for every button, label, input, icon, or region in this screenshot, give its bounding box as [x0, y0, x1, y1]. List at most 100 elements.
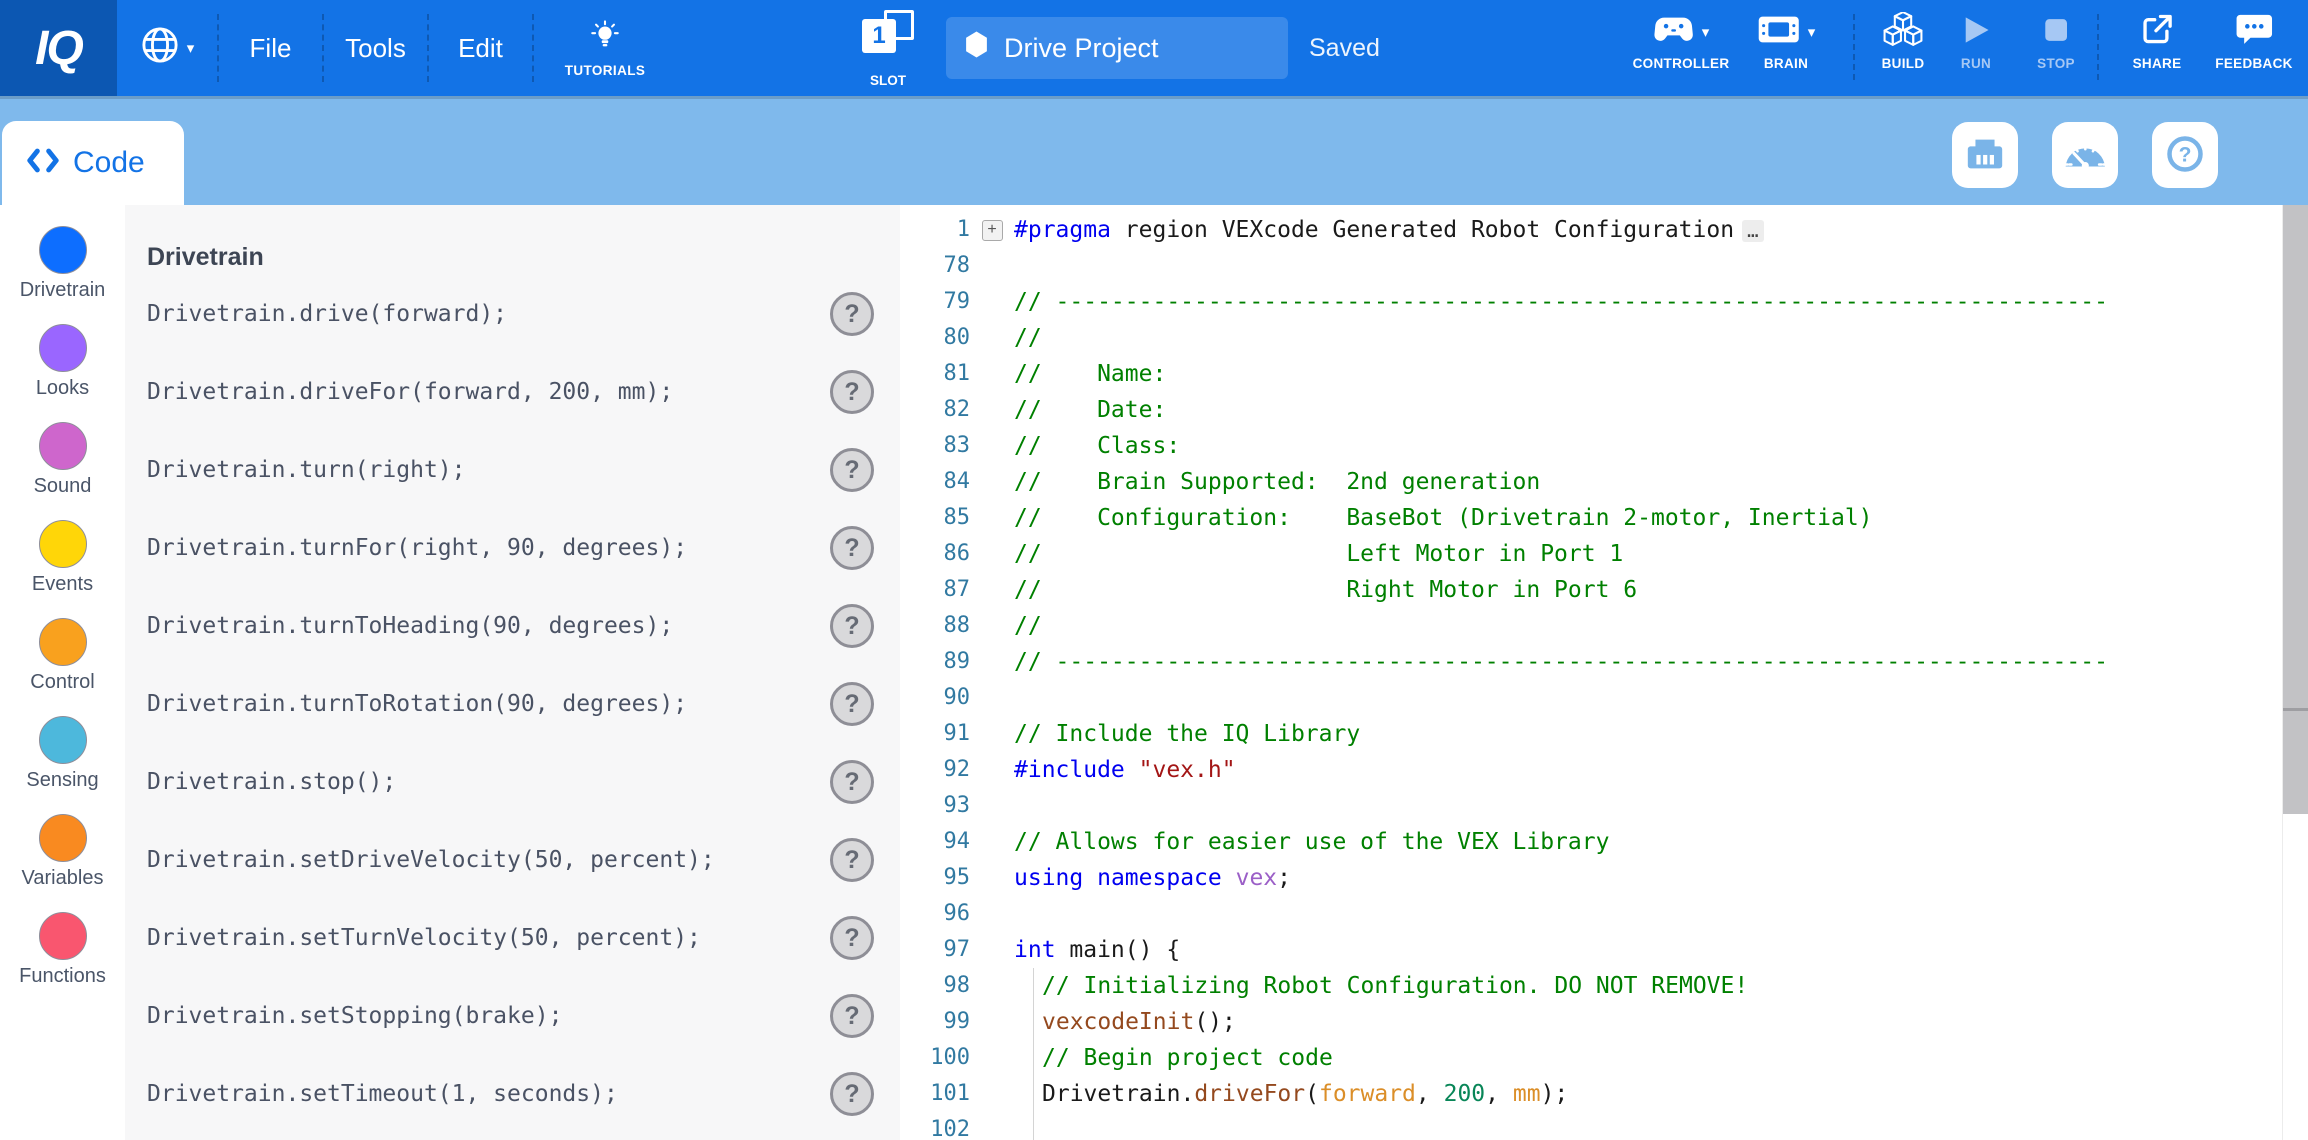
line-number: 96	[900, 896, 970, 932]
category-label: Variables	[22, 867, 104, 890]
language-menu[interactable]: ▾	[117, 0, 217, 96]
code-text: using namespace vex;	[1014, 860, 1291, 896]
command-list: Drivetrain.drive(forward);?Drivetrain.dr…	[125, 275, 900, 1133]
fold-gutter	[970, 1112, 1014, 1140]
fold-gutter	[970, 932, 1014, 968]
tab-code[interactable]: Code	[2, 121, 184, 205]
command-text[interactable]: Drivetrain.setStopping(brake);	[147, 1003, 830, 1029]
command-text[interactable]: Drivetrain.turnToHeading(90, degrees);	[147, 613, 830, 639]
fold-gutter	[970, 608, 1014, 644]
fold-gutter	[970, 356, 1014, 392]
command-text[interactable]: Drivetrain.stop();	[147, 769, 830, 795]
editor-line: 94// Allows for easier use of the VEX Li…	[900, 824, 2308, 860]
command-help-button[interactable]: ?	[830, 994, 874, 1038]
command-item[interactable]: Drivetrain.turnToRotation(90, degrees);?	[125, 665, 900, 743]
svg-text:?: ?	[2179, 143, 2192, 166]
command-text[interactable]: Drivetrain.setDriveVelocity(50, percent)…	[147, 847, 830, 873]
category-sensing[interactable]: Sensing	[0, 716, 125, 814]
menu-edit[interactable]: Edit	[429, 0, 532, 96]
editor-line: 98// Initializing Robot Configuration. D…	[900, 968, 2308, 1004]
command-text[interactable]: Drivetrain.turnFor(right, 90, degrees);	[147, 535, 830, 561]
category-color-dot	[39, 324, 87, 372]
category-label: Sound	[34, 475, 92, 498]
indent-guide	[1033, 1040, 1034, 1076]
category-variables[interactable]: Variables	[0, 814, 125, 912]
editor-line: 97int main() {	[900, 932, 2308, 968]
line-number: 88	[900, 608, 970, 644]
editor-scrollbar-thumb[interactable]	[2283, 205, 2308, 814]
command-help-button[interactable]: ?	[830, 760, 874, 804]
editor-line: 96	[900, 896, 2308, 932]
command-item[interactable]: Drivetrain.turnFor(right, 90, degrees);?	[125, 509, 900, 587]
gauge-icon	[2062, 138, 2108, 173]
editor-lines: 1+#pragma region VEXcode Generated Robot…	[900, 212, 2308, 1140]
command-text[interactable]: Drivetrain.turnToRotation(90, degrees);	[147, 691, 830, 717]
command-help-button[interactable]: ?	[830, 682, 874, 726]
dashboard-button[interactable]	[2052, 122, 2118, 188]
toolbar-divider	[1853, 14, 1855, 80]
command-item[interactable]: Drivetrain.driveFor(forward, 200, mm);?	[125, 353, 900, 431]
command-text[interactable]: Drivetrain.setTimeout(1, seconds);	[147, 1081, 830, 1107]
stop-button[interactable]: STOP	[2037, 9, 2075, 71]
command-text[interactable]: Drivetrain.drive(forward);	[147, 301, 830, 327]
code-editor[interactable]: 1+#pragma region VEXcode Generated Robot…	[900, 205, 2308, 1140]
command-item[interactable]: Drivetrain.setDriveVelocity(50, percent)…	[125, 821, 900, 899]
fold-gutter	[970, 392, 1014, 428]
run-icon	[1960, 14, 1992, 51]
command-help-button[interactable]: ?	[830, 370, 874, 414]
fold-gutter	[970, 1040, 1014, 1076]
category-drivetrain[interactable]: Drivetrain	[0, 226, 125, 324]
brain-button[interactable]: ▾BRAIN	[1757, 9, 1816, 71]
category-sidebar: DrivetrainLooks Sound EventsControlSensing…	[0, 205, 125, 1140]
fold-gutter	[970, 536, 1014, 572]
tutorials-button[interactable]: TUTORIALS	[534, 0, 676, 96]
fold-expand-icon[interactable]: +	[982, 220, 1003, 241]
folded-region-ellipsis[interactable]: …	[1742, 220, 1763, 242]
slot-button[interactable]: 1 SLOT	[862, 10, 914, 88]
command-help-button[interactable]: ?	[830, 292, 874, 336]
category-control[interactable]: Control	[0, 618, 125, 716]
category-color-dot	[39, 716, 87, 764]
category-looks[interactable]: Looks	[0, 324, 125, 422]
controller-icon	[1653, 14, 1695, 50]
command-help-button[interactable]: ?	[830, 526, 874, 570]
fold-gutter	[970, 500, 1014, 536]
category-events[interactable]: Events	[0, 520, 125, 618]
feedback-button[interactable]: FEEDBACK	[2215, 9, 2292, 71]
help-button[interactable]: ?	[2152, 122, 2218, 188]
command-item[interactable]: Drivetrain.setTimeout(1, seconds);?	[125, 1055, 900, 1133]
editor-line: 95using namespace vex;	[900, 860, 2308, 896]
command-text[interactable]: Drivetrain.driveFor(forward, 200, mm);	[147, 379, 830, 405]
command-item[interactable]: Drivetrain.setStopping(brake);?	[125, 977, 900, 1055]
command-text[interactable]: Drivetrain.setTurnVelocity(50, percent);	[147, 925, 830, 951]
code-text: int main() {	[1014, 932, 1180, 968]
brain-icon	[1757, 14, 1801, 50]
share-button[interactable]: SHARE	[2133, 9, 2182, 71]
command-text[interactable]: Drivetrain.turn(right);	[147, 457, 830, 483]
command-help-button[interactable]: ?	[830, 448, 874, 492]
command-item[interactable]: Drivetrain.turn(right);?	[125, 431, 900, 509]
line-number: 80	[900, 320, 970, 356]
command-item[interactable]: Drivetrain.setTurnVelocity(50, percent);…	[125, 899, 900, 977]
editor-line: 1+#pragma region VEXcode Generated Robot…	[900, 212, 2308, 248]
fold-gutter	[970, 788, 1014, 824]
device-button[interactable]	[1952, 122, 2018, 188]
command-help-button[interactable]: ?	[830, 604, 874, 648]
code-text	[1014, 1112, 1042, 1140]
line-number: 101	[900, 1076, 970, 1112]
command-item[interactable]: Drivetrain.turnToHeading(90, degrees);?	[125, 587, 900, 665]
project-name-button[interactable]: Drive Project	[946, 17, 1288, 79]
command-help-button[interactable]: ?	[830, 838, 874, 882]
menu-tools[interactable]: Tools	[324, 0, 427, 96]
category-sound[interactable]: Sound	[0, 422, 125, 520]
command-help-button[interactable]: ?	[830, 1072, 874, 1116]
command-help-button[interactable]: ?	[830, 916, 874, 960]
controller-button[interactable]: ▾CONTROLLER	[1633, 9, 1730, 71]
run-button[interactable]: RUN	[1960, 9, 1992, 71]
menu-file[interactable]: File	[219, 0, 322, 96]
command-item[interactable]: Drivetrain.drive(forward);?	[125, 275, 900, 353]
command-item[interactable]: Drivetrain.stop();?	[125, 743, 900, 821]
share-label: SHARE	[2133, 56, 2182, 71]
category-functions[interactable]: Functions	[0, 912, 125, 1010]
build-button[interactable]: BUILD	[1882, 9, 1925, 71]
